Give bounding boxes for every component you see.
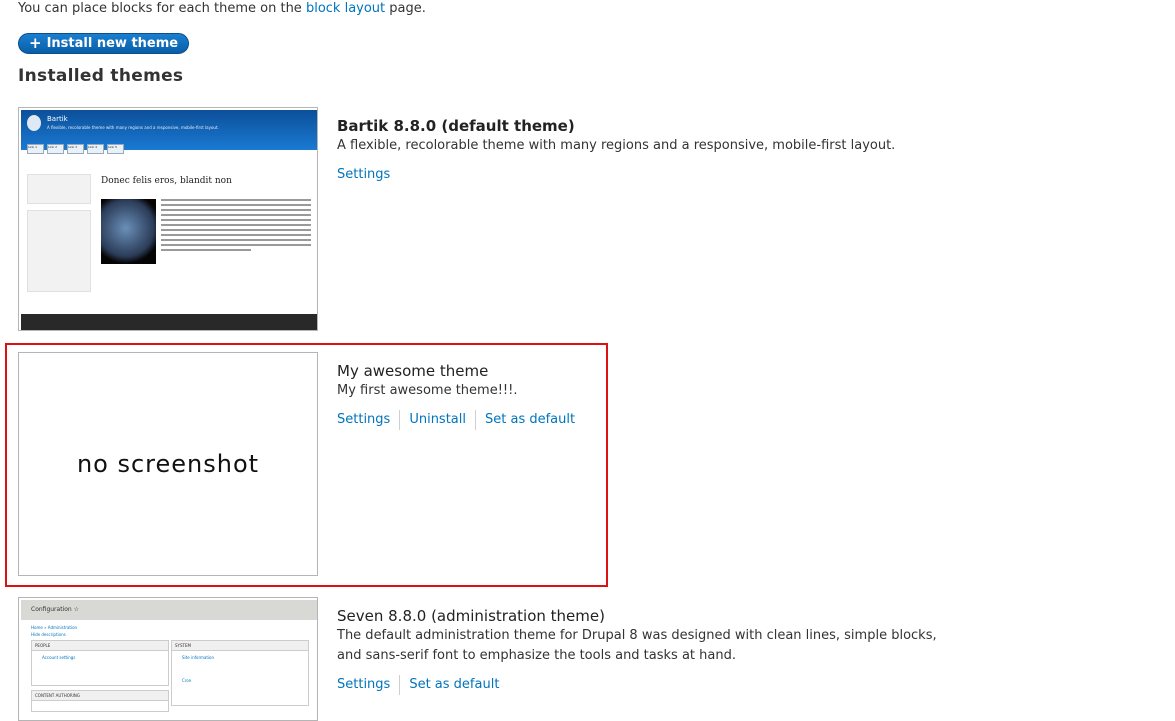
- theme-name: Seven 8.8.0 (administration theme): [337, 607, 605, 625]
- seven-page-title: Configuration: [31, 606, 72, 613]
- installed-themes-heading: Installed themes: [18, 66, 184, 86]
- theme-my-awesome: My awesome theme My first awesome theme!…: [337, 361, 584, 430]
- uninstall-link[interactable]: Uninstall: [399, 410, 475, 430]
- seven-content-box: CONTENT AUTHORING: [31, 690, 169, 712]
- theme-links: Settings Uninstall Set as default: [337, 410, 584, 430]
- bartik-article-text: [161, 199, 311, 254]
- bartik-tab: Link 3: [67, 144, 84, 154]
- set-as-default-link[interactable]: Set as default: [475, 410, 584, 430]
- bartik-screenshot: Bartik A flexible, recolorable theme wit…: [18, 107, 318, 331]
- intro-after: page.: [385, 1, 426, 16]
- bartik-body: Donec felis eros, blandit non: [21, 154, 317, 314]
- seven-header: Configuration ☆: [21, 600, 317, 620]
- seven-box-item: Account settings: [42, 655, 76, 660]
- set-as-default-link[interactable]: Set as default: [399, 675, 508, 695]
- seven-system-box: SYSTEM Site information Cron: [171, 640, 309, 706]
- bartik-site-name: Bartik: [47, 115, 68, 123]
- settings-link[interactable]: Settings: [337, 410, 399, 430]
- bartik-tab: Link 4: [87, 144, 104, 154]
- theme-links: Settings: [337, 165, 895, 185]
- theme-description-line: The default administration theme for Dru…: [337, 628, 937, 643]
- intro-text: You can place blocks for each theme on t…: [18, 0, 426, 17]
- bartik-article-title: Donec felis eros, blandit non: [101, 176, 232, 186]
- intro-before: You can place blocks for each theme on t…: [18, 1, 306, 16]
- bartik-search-block: [27, 174, 91, 204]
- block-layout-link[interactable]: block layout: [306, 1, 385, 16]
- seven-box-item: Cron: [182, 678, 192, 683]
- bartik-login-block: [27, 210, 91, 292]
- bartik-tab: Link 5: [107, 144, 124, 154]
- plus-icon: +: [29, 34, 42, 52]
- seven-hide-descriptions: Hide descriptions: [31, 632, 66, 637]
- theme-name: Bartik 8.8.0 (default theme): [337, 117, 575, 135]
- theme-name: My awesome theme: [337, 362, 489, 380]
- theme-description: My first awesome theme!!!.: [337, 383, 518, 398]
- settings-link[interactable]: Settings: [337, 675, 399, 695]
- seven-box-heading: SYSTEM: [172, 641, 308, 651]
- settings-link[interactable]: Settings: [337, 165, 399, 185]
- seven-box-heading: PEOPLE: [32, 641, 168, 651]
- bartik-tabs: Link 1 Link 2 Link 3 Link 4 Link 5: [27, 144, 124, 154]
- no-screenshot-placeholder: no screenshot: [18, 352, 318, 576]
- seven-box-heading: CONTENT AUTHORING: [32, 691, 168, 701]
- install-button-label: Install new theme: [46, 36, 179, 51]
- theme-seven: Seven 8.8.0 (administration theme) The d…: [337, 606, 937, 695]
- earth-image: [101, 199, 156, 264]
- theme-links: Settings Set as default: [337, 675, 937, 695]
- no-screenshot-text: no screenshot: [76, 450, 260, 478]
- theme-description-line: and sans-serif font to emphasize the too…: [337, 648, 736, 663]
- theme-bartik: Bartik 8.8.0 (default theme) A flexible,…: [337, 116, 895, 185]
- bartik-tab: Link 1: [27, 144, 44, 154]
- install-new-theme-button[interactable]: + Install new theme: [18, 33, 189, 54]
- seven-breadcrumb: Home » Administration: [31, 625, 78, 630]
- theme-description: A flexible, recolorable theme with many …: [337, 138, 896, 153]
- drupal-logo-icon: [27, 115, 41, 131]
- bartik-footer: [21, 314, 317, 330]
- seven-screenshot: Configuration ☆ Home » Administration Hi…: [18, 597, 318, 721]
- bartik-tab: Link 2: [47, 144, 64, 154]
- bartik-slogan: A flexible, recolorable theme with many …: [47, 125, 219, 130]
- seven-people-box: PEOPLE Account settings: [31, 640, 169, 686]
- seven-box-item: Site information: [182, 655, 215, 660]
